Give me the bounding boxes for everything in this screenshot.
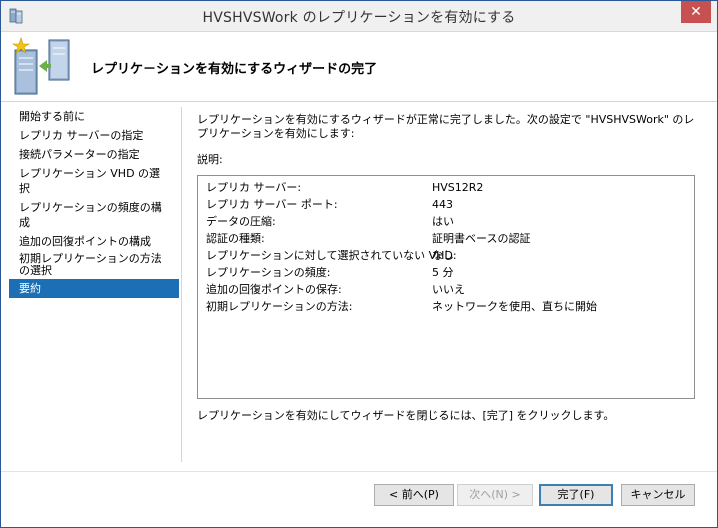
summary-key: データの圧縮: <box>206 215 276 228</box>
cancel-button[interactable]: キャンセル <box>621 484 695 506</box>
summary-key: レプリケーションに対して選択されていない VHD: <box>206 249 457 262</box>
summary-value: ネットワークを使用、直ちに開始 <box>432 300 597 313</box>
description-label: 説明: <box>197 153 223 166</box>
summary-key: レプリケーションの頻度: <box>206 266 331 279</box>
wizard-window: HVSHVSWork のレプリケーションを有効にする ✕ レプリケ－ションを有効… <box>0 0 718 528</box>
summary-row: データの圧縮: はい <box>198 213 694 230</box>
nav-item-replication-vhd[interactable]: レプリケーション VHD の選択 <box>9 164 179 198</box>
nav-item-recovery-points[interactable]: 追加の回復ポイントの構成 <box>9 232 179 251</box>
summary-row: 追加の回復ポイントの保存: いいえ <box>198 281 694 298</box>
summary-value: 443 <box>432 198 453 211</box>
summary-key: レプリカ サーバー: <box>206 181 302 194</box>
intro-text: レプリケーションを有効にするウィザードが正常に完了しました。次の設定で "HVS… <box>197 113 695 140</box>
summary-row: レプリカ サーバー: HVS12R2 <box>198 179 694 196</box>
nav-item-summary[interactable]: 要約 <box>9 279 179 298</box>
nav-item-replication-frequency[interactable]: レプリケーションの頻度の構成 <box>9 198 179 232</box>
summary-key: 認証の種類: <box>206 232 265 245</box>
previous-button[interactable]: < 前へ(P) <box>374 484 454 506</box>
summary-key: 初期レプリケーションの方法: <box>206 300 353 313</box>
replication-servers-icon <box>11 37 70 95</box>
summary-key: 追加の回復ポイントの保存: <box>206 283 342 296</box>
window-title: HVSHVSWork のレプリケーションを有効にする <box>202 10 516 26</box>
footer-divider <box>1 471 717 472</box>
close-icon: ✕ <box>690 4 702 20</box>
close-button[interactable]: ✕ <box>681 1 711 23</box>
nav-item-replica-server[interactable]: レプリカ サーバーの指定 <box>9 126 179 145</box>
summary-value: いいえ <box>432 283 465 296</box>
nav-item-initial-replication[interactable]: 初期レプリケーションの方法の選択 <box>9 251 179 279</box>
summary-row: 認証の種類: 証明書ベースの認証 <box>198 230 694 247</box>
summary-key: レプリカ サーバー ポート: <box>206 198 338 211</box>
title-bar[interactable]: HVSHVSWork のレプリケーションを有効にする ✕ <box>1 1 717 32</box>
summary-row: レプリケーションの頻度: 5 分 <box>198 264 694 281</box>
summary-content: レプリケーションを有効にするウィザードが正常に完了しました。次の設定で "HVS… <box>197 113 697 167</box>
wizard-header: レプリケ－ションを有効にするウィザードの完了 <box>1 32 717 102</box>
summary-value: 5 分 <box>432 266 454 279</box>
summary-value: なし <box>432 249 454 262</box>
summary-row: レプリケーションに対して選択されていない VHD: なし <box>198 247 694 264</box>
nav-item-connection-parameters[interactable]: 接続パラメーターの指定 <box>9 145 179 164</box>
finish-button[interactable]: 完了(F) <box>539 484 613 506</box>
nav-divider <box>181 107 182 462</box>
summary-list[interactable]: レプリカ サーバー: HVS12R2 レプリカ サーバー ポート: 443 デー… <box>197 175 695 399</box>
page-title: レプリケ－ションを有効にするウィザードの完了 <box>91 62 378 77</box>
summary-value: はい <box>432 215 454 228</box>
summary-row: 初期レプリケーションの方法: ネットワークを使用、直ちに開始 <box>198 298 694 315</box>
summary-value: HVS12R2 <box>432 181 484 194</box>
summary-value: 証明書ベースの認証 <box>432 232 531 245</box>
nav-item-before-you-begin[interactable]: 開始する前に <box>9 107 179 126</box>
finish-instructions: レプリケーションを有効にしてウィザードを閉じるには、[完了] をクリックします。 <box>197 409 615 422</box>
summary-row: レプリカ サーバー ポート: 443 <box>198 196 694 213</box>
wizard-steps-nav: 開始する前に レプリカ サーバーの指定 接続パラメーターの指定 レプリケーション… <box>9 107 179 457</box>
next-button[interactable]: 次へ(N) > <box>457 484 533 506</box>
